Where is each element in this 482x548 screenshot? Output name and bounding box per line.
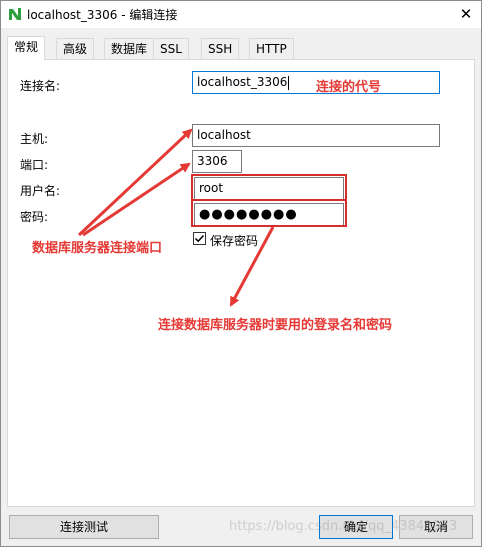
navicat-icon bbox=[7, 6, 23, 22]
tab-general[interactable]: 常规 bbox=[7, 36, 46, 60]
connection-name-annotation: 连接的代号 bbox=[316, 80, 382, 95]
host-input[interactable]: localhost bbox=[192, 124, 440, 147]
window-title: localhost_3306 - 编辑连接 bbox=[27, 8, 178, 22]
save-password-label: 保存密码 bbox=[210, 234, 259, 248]
port-input[interactable]: 3306 bbox=[192, 150, 242, 173]
tab-ssh[interactable]: SSH bbox=[201, 38, 240, 60]
text-caret bbox=[288, 75, 290, 90]
credentials-highlight-divider bbox=[191, 199, 347, 201]
general-panel: 连接名: localhost_3306 连接的代号 主机: localhost … bbox=[7, 59, 475, 507]
tab-ssl[interactable]: SSL bbox=[153, 38, 189, 60]
login-annotation: 连接数据库服务器时要用的登录名和密码 bbox=[158, 318, 393, 333]
test-connection-button[interactable]: 连接测试 bbox=[9, 515, 159, 539]
title-bar: localhost_3306 - 编辑连接 ✕ bbox=[1, 1, 481, 28]
port-annotation: 数据库服务器连接端口 bbox=[32, 241, 163, 256]
connection-name-label: 连接名: bbox=[20, 79, 61, 93]
connection-name-value: localhost_3306 bbox=[197, 75, 288, 89]
password-label: 密码: bbox=[20, 210, 49, 224]
close-icon[interactable]: ✕ bbox=[457, 4, 475, 24]
checkmark-icon bbox=[194, 234, 205, 243]
edit-connection-window: localhost_3306 - 编辑连接 ✕ 常规 高级 数据库 SSL SS… bbox=[0, 0, 482, 547]
tab-databases[interactable]: 数据库 bbox=[104, 38, 155, 60]
username-label: 用户名: bbox=[20, 184, 61, 198]
save-password-checkbox[interactable] bbox=[193, 232, 206, 245]
port-label: 端口: bbox=[20, 158, 49, 172]
tab-http[interactable]: HTTP bbox=[249, 38, 294, 60]
host-label: 主机: bbox=[20, 132, 49, 146]
watermark-text: https://blog.csdn.net/qq_43841973 bbox=[229, 519, 458, 534]
tab-bar: 常规 高级 数据库 SSL SSH HTTP bbox=[7, 36, 477, 60]
tab-advanced[interactable]: 高级 bbox=[56, 38, 95, 60]
